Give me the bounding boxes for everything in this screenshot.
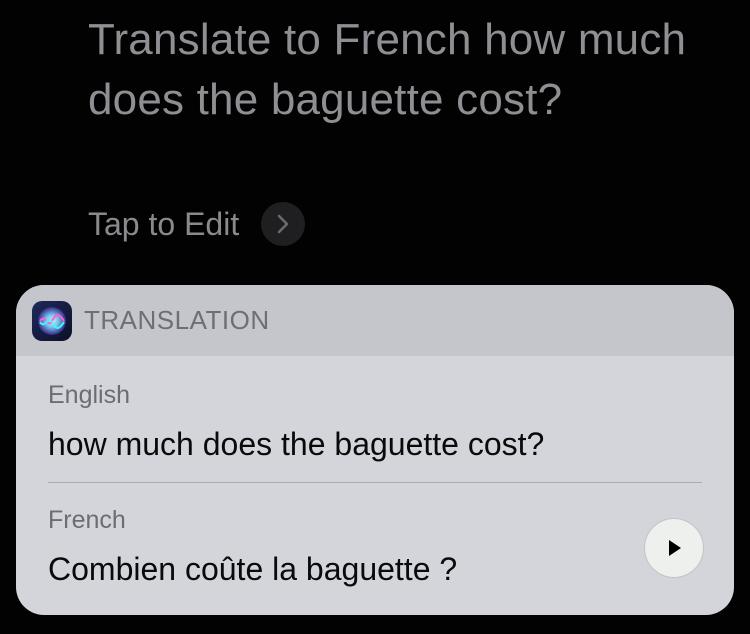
section-divider <box>48 482 702 483</box>
target-language-label: French <box>48 506 126 534</box>
target-section: French Combien coûte la baguette ? <box>48 506 702 588</box>
source-language-label: English <box>48 381 130 409</box>
tap-to-edit-row[interactable]: Tap to Edit <box>88 202 306 246</box>
tap-to-edit-label: Tap to Edit <box>88 205 240 242</box>
play-button[interactable] <box>645 519 703 577</box>
siri-screen: Translate to French how much does the ba… <box>0 0 750 634</box>
card-app-name: TRANSLATION <box>84 305 270 335</box>
target-text: Combien coûte la baguette ? <box>48 551 458 587</box>
card-header: TRANSLATION <box>16 285 734 356</box>
chevron-right-icon[interactable] <box>261 202 306 246</box>
siri-icon <box>32 300 72 341</box>
translation-card: TRANSLATION English how much does the ba… <box>16 285 734 615</box>
source-section: English how much does the baguette cost? <box>48 381 702 463</box>
source-text: how much does the baguette cost? <box>48 426 545 462</box>
play-icon <box>669 540 681 556</box>
siri-query-text: Translate to French how much does the ba… <box>88 15 687 124</box>
